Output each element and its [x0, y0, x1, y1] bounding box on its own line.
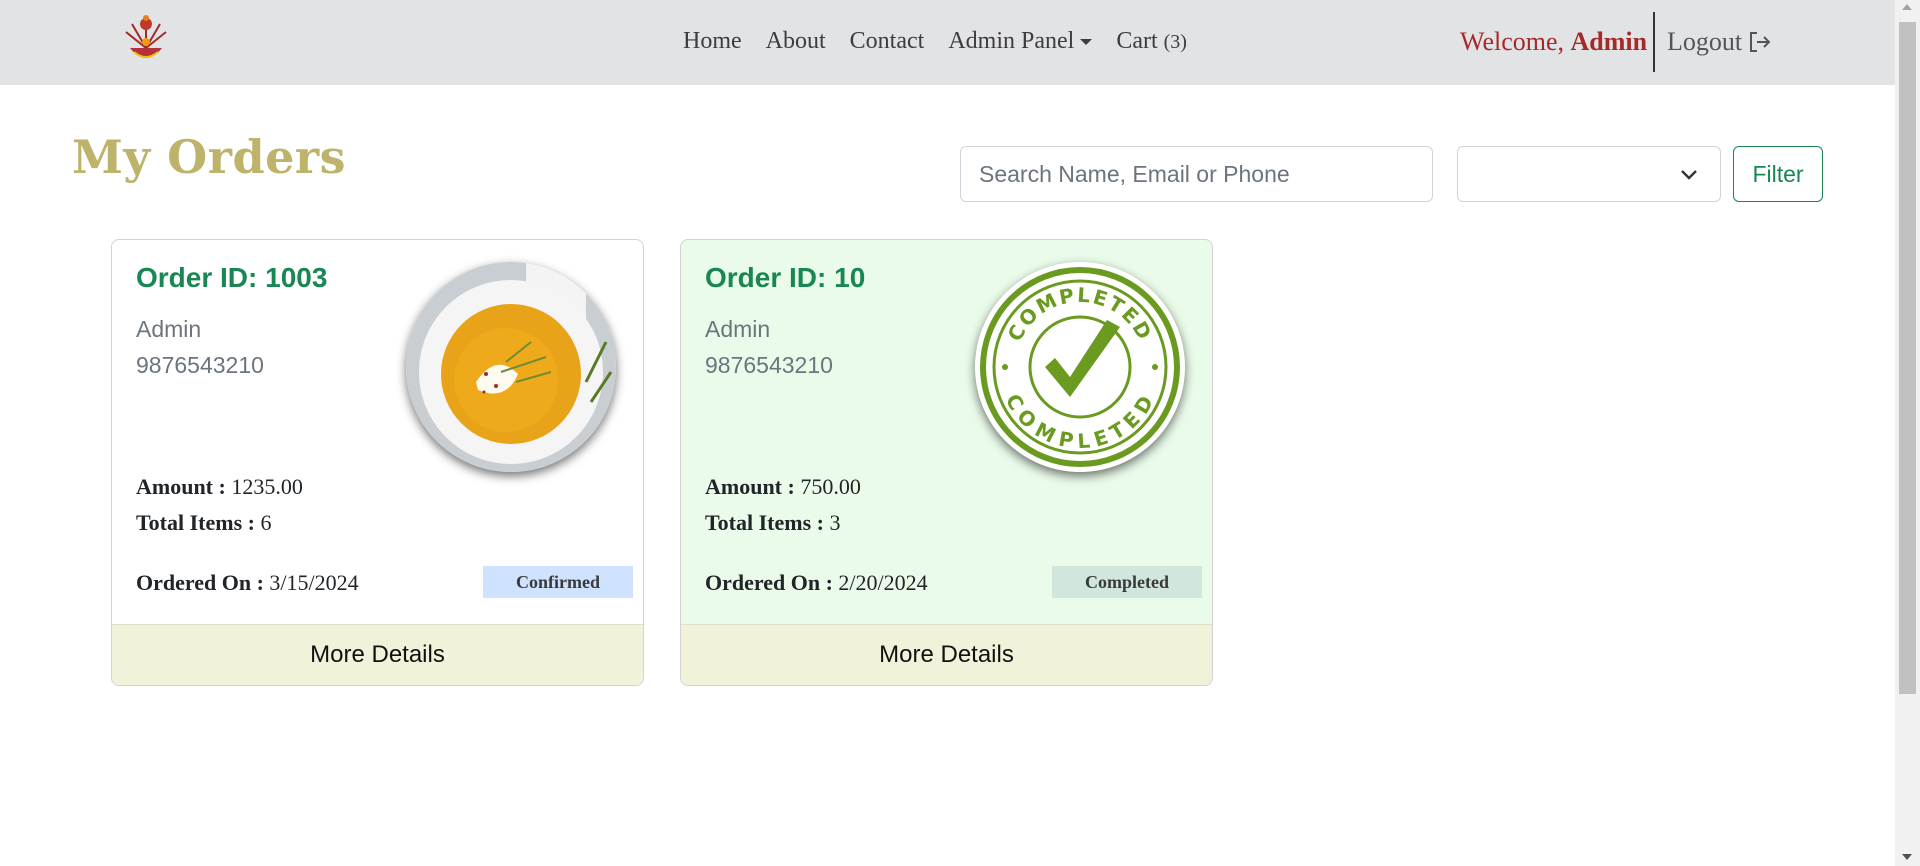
more-details-button[interactable]: More Details [112, 624, 643, 685]
nav-about[interactable]: About [766, 24, 826, 59]
customer-phone: 9876543210 [705, 352, 833, 378]
nav-links: Home About Contact Admin Panel Cart (3) [683, 24, 1211, 59]
search-input[interactable] [960, 146, 1433, 202]
amount-value: 1235.00 [231, 474, 303, 499]
total-items-label: Total Items : [705, 510, 824, 535]
amount-label: Amount : [705, 474, 795, 499]
status-badge: Completed [1052, 566, 1202, 598]
more-details-button[interactable]: More Details [681, 624, 1212, 685]
scrollbar-thumb[interactable] [1899, 22, 1916, 694]
caret-down-icon [1080, 39, 1093, 46]
order-total-items: Total Items : 3 [705, 510, 840, 536]
nav-cart[interactable]: Cart (3) [1116, 24, 1187, 59]
scroll-up-arrow-icon[interactable] [1902, 4, 1912, 10]
nav-home[interactable]: Home [683, 24, 742, 59]
status-badge: Confirmed [483, 566, 633, 598]
chevron-down-icon [1681, 170, 1697, 180]
order-amount: Amount : 1235.00 [136, 474, 303, 500]
cart-count: (3) [1163, 31, 1187, 53]
vertical-scrollbar[interactable] [1895, 0, 1920, 866]
logout-button[interactable]: Logout [1667, 24, 1772, 60]
order-id: Order ID: 10 [705, 262, 866, 293]
ordered-on-label: Ordered On : [136, 570, 264, 595]
welcome-prefix: Welcome, [1460, 27, 1565, 56]
order-total-items: Total Items : 6 [136, 510, 271, 536]
nav-divider [1653, 12, 1655, 72]
nav-contact[interactable]: Contact [850, 24, 925, 59]
navbar: Home About Contact Admin Panel Cart (3) … [0, 0, 1895, 85]
customer-name: Admin [136, 316, 202, 342]
nav-admin-panel-label: Admin Panel [948, 28, 1075, 54]
order-amount: Amount : 750.00 [705, 474, 861, 500]
amount-label: Amount : [136, 474, 226, 499]
total-items-value: 6 [260, 510, 272, 535]
ordered-on-label: Ordered On : [705, 570, 833, 595]
ordered-on-value: 2/20/2024 [838, 570, 928, 595]
customer-phone: 9876543210 [136, 352, 264, 378]
order-id: Order ID: 1003 [136, 262, 328, 293]
status-select[interactable] [1457, 146, 1721, 202]
ordered-on-value: 3/15/2024 [269, 570, 359, 595]
order-card: Order ID: 10 Admin 9876543210 COMPLETED … [680, 239, 1213, 686]
logout-label: Logout [1667, 27, 1743, 56]
scroll-down-arrow-icon[interactable] [1902, 854, 1912, 860]
total-items-value: 3 [829, 510, 841, 535]
order-date: Ordered On : 2/20/2024 [705, 570, 928, 596]
order-card-body: Order ID: 1003 Admin 9876543210 Amount :… [112, 240, 643, 626]
welcome-message: Welcome, Admin [1460, 24, 1647, 60]
order-date: Ordered On : 3/15/2024 [136, 570, 359, 596]
filter-button[interactable]: Filter [1733, 146, 1823, 202]
amount-value: 750.00 [800, 474, 861, 499]
cart-label: Cart [1116, 28, 1158, 54]
nav-admin-panel-dropdown[interactable]: Admin Panel [948, 24, 1093, 59]
pumpkin-soup-image [406, 262, 616, 472]
restaurant-logo-icon[interactable] [118, 14, 174, 66]
order-card: Order ID: 1003 Admin 9876543210 Amount :… [111, 239, 644, 686]
customer-name: Admin [705, 316, 771, 342]
welcome-user: Admin [1570, 27, 1648, 56]
total-items-label: Total Items : [136, 510, 255, 535]
logout-icon [1750, 32, 1771, 52]
order-card-body: Order ID: 10 Admin 9876543210 COMPLETED … [681, 240, 1212, 626]
completed-stamp-image: COMPLETED COMPLETED [975, 262, 1185, 472]
page-title: My Orders [72, 130, 347, 184]
